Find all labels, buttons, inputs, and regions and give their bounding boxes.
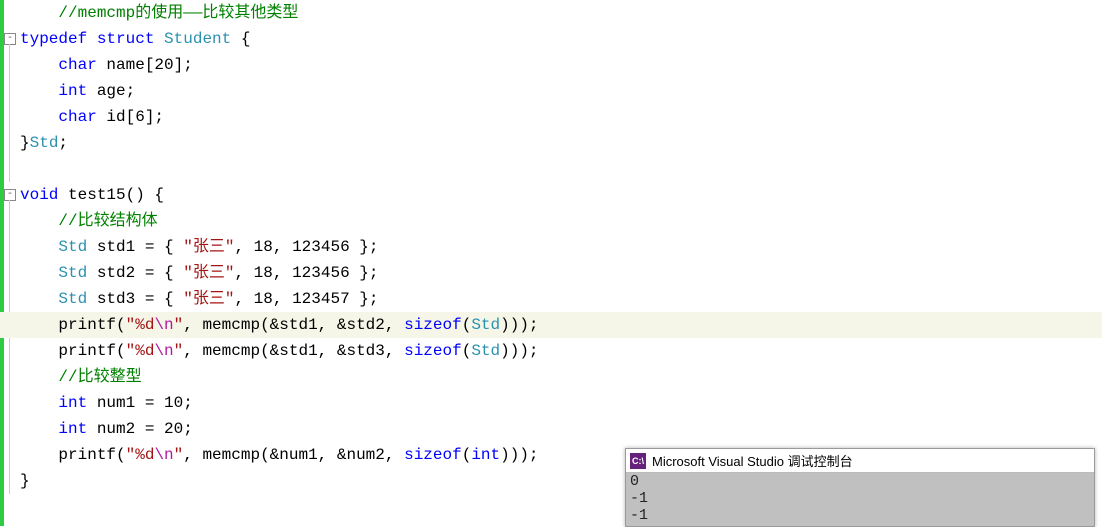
code-line[interactable] xyxy=(20,156,1102,182)
code-line[interactable]: typedef struct Student { xyxy=(20,26,1102,52)
code-line[interactable]: //比较结构体 xyxy=(20,208,1102,234)
code-line[interactable]: printf("%d\n", memcmp(&std1, &std3, size… xyxy=(20,338,1102,364)
code-line[interactable]: //memcmp的使用——比较其他类型 xyxy=(20,0,1102,26)
code-line[interactable]: void test15() { xyxy=(20,182,1102,208)
console-title-text: Microsoft Visual Studio 调试控制台 xyxy=(652,451,853,470)
console-line: -1 xyxy=(630,490,1090,507)
code-line[interactable]: Std std3 = { "张三", 18, 123457 }; xyxy=(20,286,1102,312)
console-titlebar[interactable]: C:\ Microsoft Visual Studio 调试控制台 xyxy=(626,449,1094,473)
code-line[interactable]: int age; xyxy=(20,78,1102,104)
code-line[interactable]: int num1 = 10; xyxy=(20,390,1102,416)
code-line[interactable]: //比较整型 xyxy=(20,364,1102,390)
fold-toggle-icon[interactable]: - xyxy=(4,189,16,201)
code-line[interactable]: Std std1 = { "张三", 18, 123456 }; xyxy=(20,234,1102,260)
debug-console-window[interactable]: C:\ Microsoft Visual Studio 调试控制台 0-1-1 xyxy=(625,448,1095,527)
console-output[interactable]: 0-1-1 xyxy=(626,473,1094,526)
code-line[interactable]: char name[20]; xyxy=(20,52,1102,78)
code-line[interactable]: Std std2 = { "张三", 18, 123456 }; xyxy=(20,260,1102,286)
vs-icon: C:\ xyxy=(630,453,646,469)
code-line[interactable]: int num2 = 20; xyxy=(20,416,1102,442)
console-line: -1 xyxy=(630,507,1090,524)
console-line: 0 xyxy=(630,473,1090,490)
code-line[interactable]: }Std; xyxy=(20,130,1102,156)
code-line[interactable]: printf("%d\n", memcmp(&std1, &std2, size… xyxy=(0,312,1102,338)
code-line[interactable]: char id[6]; xyxy=(20,104,1102,130)
fold-toggle-icon[interactable]: - xyxy=(4,33,16,45)
fold-gutter: -- xyxy=(4,0,18,526)
